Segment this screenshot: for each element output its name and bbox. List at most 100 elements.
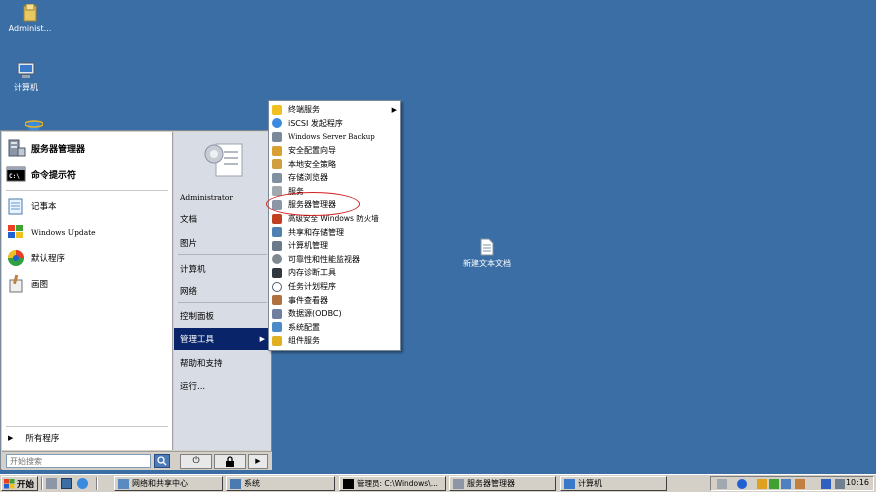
menu-item-computer-management[interactable]: 计算机管理 [272, 239, 399, 253]
start-item-label: 画图 [31, 280, 49, 290]
menu-item-odbc-data-sources[interactable]: 数据源(ODBC) [272, 307, 399, 321]
start-right-network[interactable]: 网络 [180, 282, 268, 300]
menu-item-label: 数据源(ODBC) [288, 309, 342, 319]
menu-item-iscsi-initiator[interactable]: iSCSI 发起程序 [272, 117, 399, 131]
menu-item-label: 任务计划程序 [288, 282, 336, 292]
taskbar-button-server-manager[interactable]: 服务器管理器 [449, 476, 556, 491]
menu-item-system-configuration[interactable]: 系统配置 [272, 321, 399, 335]
volume-icon[interactable] [781, 479, 791, 489]
lock-icon [226, 456, 234, 467]
start-right-help-support[interactable]: 帮助和支持 [180, 354, 268, 372]
start-item-label: 服务器管理器 [31, 144, 86, 155]
start-item-notepad[interactable]: 记事本 [6, 194, 170, 218]
database-icon [272, 308, 282, 319]
menu-item-component-services[interactable]: 组件服务 [272, 334, 399, 348]
tray-app-icon[interactable] [795, 479, 805, 489]
start-menu-bottom-bar: ⏻ ▶ [2, 451, 272, 470]
lock-button[interactable] [214, 454, 246, 469]
menu-item-label: 可靠性和性能监视器 [288, 254, 360, 264]
desktop-icon-administrator-folder[interactable]: Administ... [0, 4, 60, 33]
menu-item-label: 事件查看器 [288, 295, 328, 305]
taskbar-button-network-sharing-center[interactable]: 网络和共享中心 [114, 476, 223, 491]
menu-item-memory-diagnostic[interactable]: 内存诊断工具 [272, 266, 399, 280]
desktop-icon-new-text-document[interactable]: 新建文本文档 [457, 238, 517, 269]
taskbar-button-label: 网络和共享中心 [132, 479, 188, 488]
quicklaunch-internet-explorer-icon[interactable] [77, 478, 88, 489]
language-icon[interactable] [757, 479, 767, 489]
taskbar-button-system[interactable]: 系统 [226, 476, 335, 491]
start-right-run[interactable]: 运行... [180, 377, 268, 395]
start-item-default-programs[interactable]: 默认程序 [6, 246, 170, 270]
taskbar-button-command-prompt[interactable]: 管理员: C:\Windows\... [339, 476, 446, 491]
chevron-right-icon: ▶ [259, 335, 265, 343]
start-right-divider [178, 302, 267, 303]
computer-management-icon [272, 240, 282, 251]
desktop-icon-computer[interactable]: 计算机 [0, 62, 56, 93]
start-menu-divider [6, 190, 168, 191]
taskbar-clock[interactable]: 10:16 [846, 478, 869, 487]
search-icon[interactable] [154, 454, 170, 468]
start-menu-divider [6, 426, 168, 427]
windows-logo-icon [4, 478, 15, 488]
start-item-command-prompt[interactable]: C:\ 命令提示符 [6, 162, 170, 186]
menu-item-reliability-performance-monitor[interactable]: 可靠性和性能监视器 [272, 253, 399, 267]
start-label: 开始 [17, 479, 35, 490]
start-right-user[interactable]: Administrator [180, 188, 268, 206]
start-right-control-panel[interactable]: 控制面板 [180, 307, 268, 325]
command-prompt-icon [343, 478, 354, 489]
menu-item-security-configuration-wizard[interactable]: 安全配置向导 [272, 144, 399, 158]
quicklaunch-server-manager-icon[interactable] [46, 478, 57, 489]
taskbar: 开始 网络和共享中心 系统 管理员: C:\Windows\... 服务器管理器… [0, 474, 876, 492]
menu-item-label: iSCSI 发起程序 [288, 118, 343, 128]
all-programs-button[interactable]: ▶ 所有程序 [8, 432, 59, 444]
keyboard-icon[interactable] [717, 479, 727, 489]
shutdown-options-button[interactable]: ▶ [248, 454, 268, 469]
quicklaunch-show-desktop-icon[interactable] [61, 478, 72, 489]
start-search-input[interactable] [6, 454, 151, 468]
menu-item-share-storage-management[interactable]: 共享和存储管理 [272, 225, 399, 239]
monitor-icon[interactable] [821, 479, 831, 489]
menu-item-label: 本地安全策略 [288, 159, 336, 169]
start-item-server-manager[interactable]: 服务器管理器 [6, 136, 170, 160]
menu-item-local-security-policy[interactable]: 本地安全策略 [272, 157, 399, 171]
start-right-administrative-tools[interactable]: 管理工具 ▶ [174, 328, 271, 350]
start-button[interactable]: 开始 [1, 476, 38, 491]
power-button[interactable]: ⏻ [180, 454, 212, 469]
memory-diagnostic-icon [272, 267, 282, 278]
start-menu: 服务器管理器 C:\ 命令提示符 记事本 Windows Update 默认程序… [0, 130, 272, 470]
start-menu-program-list: 服务器管理器 C:\ 命令提示符 记事本 Windows Update 默认程序… [2, 132, 173, 450]
annotation-circle [266, 192, 360, 216]
start-right-pictures[interactable]: 图片 [180, 234, 268, 252]
firewall-icon [272, 213, 282, 224]
all-programs-label: 所有程序 [25, 434, 60, 444]
admin-tools-label: 管理工具 [180, 335, 215, 345]
notification-area: 10:16 [710, 476, 874, 491]
performance-monitor-icon [272, 254, 282, 265]
backup-icon [272, 131, 282, 142]
menu-item-windows-server-backup[interactable]: Windows Server Backup [272, 130, 399, 144]
menu-item-storage-explorer[interactable]: 存储浏览器 [272, 171, 399, 185]
power-icon: ⏻ [192, 456, 200, 466]
chevron-right-icon: ▶ [391, 105, 397, 114]
taskbar-button-label: 管理员: C:\Windows\... [357, 479, 438, 488]
start-item-paint[interactable]: 画图 [6, 272, 170, 296]
start-item-label: Windows Update [31, 227, 96, 237]
menu-item-event-viewer[interactable]: 事件查看器 [272, 293, 399, 307]
speaker-icon[interactable] [835, 479, 845, 489]
help-icon[interactable] [737, 479, 747, 489]
menu-item-label: 共享和存储管理 [288, 227, 344, 237]
desktop-icon-label: Administ... [8, 24, 52, 33]
taskbar-divider [96, 477, 98, 490]
menu-item-label: 内存诊断工具 [288, 268, 336, 278]
start-item-windows-update[interactable]: Windows Update [6, 220, 170, 244]
administrative-tools-menu: 终端服务 ▶ iSCSI 发起程序 Windows Server Backup … [268, 100, 401, 351]
network-status-icon[interactable] [769, 479, 779, 489]
menu-item-task-scheduler[interactable]: 任务计划程序 [272, 280, 399, 294]
default-programs-icon [8, 250, 24, 266]
start-right-computer[interactable]: 计算机 [180, 260, 268, 278]
desktop-icon-label: 计算机 [14, 83, 38, 92]
menu-item-label: 安全配置向导 [288, 146, 336, 156]
menu-item-terminal-services[interactable]: 终端服务 ▶ [272, 103, 399, 117]
start-right-documents[interactable]: 文档 [180, 210, 268, 228]
taskbar-button-computer[interactable]: 计算机 [560, 476, 667, 491]
